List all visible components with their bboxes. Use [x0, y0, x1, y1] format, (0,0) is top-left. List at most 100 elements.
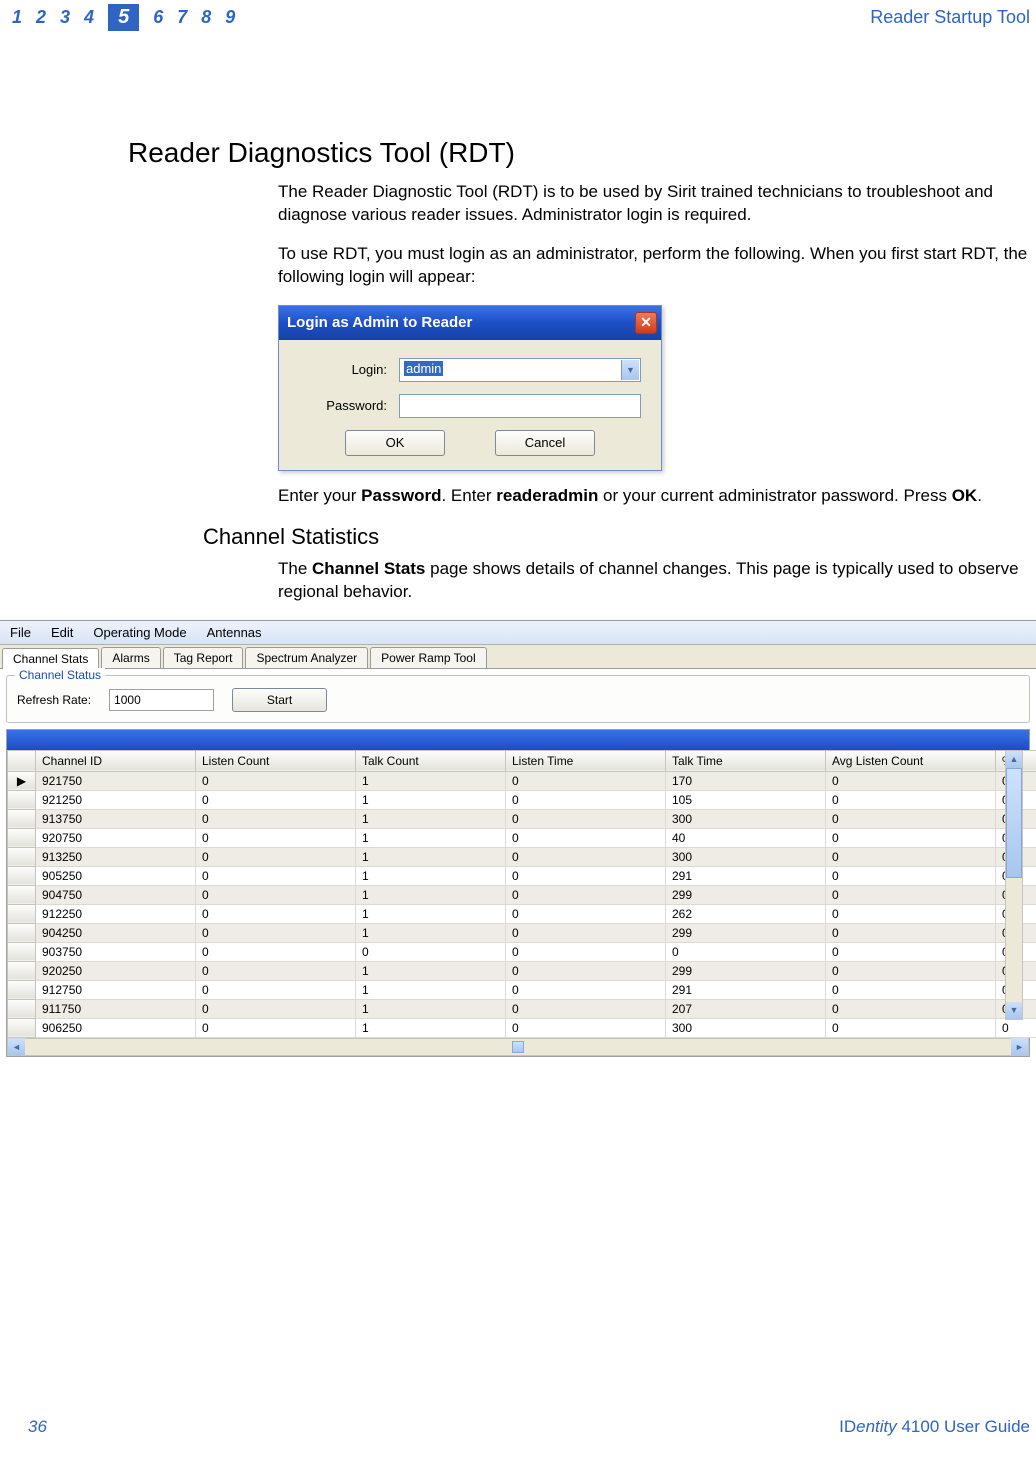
vertical-scrollbar[interactable]: ▲ ▼ — [1005, 750, 1023, 1020]
tab-tag-report[interactable]: Tag Report — [163, 647, 244, 668]
tab-spectrum-analyzer[interactable]: Spectrum Analyzer — [245, 647, 368, 668]
cell: 0 — [506, 1018, 666, 1037]
table-blue-bar — [7, 730, 1029, 750]
table-row[interactable]: 91175001020700 — [8, 999, 1036, 1018]
cell: 0 — [506, 904, 666, 923]
table-row[interactable]: ▶92175001017000 — [8, 771, 1036, 790]
login-combobox[interactable]: admin ▼ — [399, 358, 641, 382]
row-header: ▶ — [8, 771, 36, 790]
cell: 1 — [356, 1018, 506, 1037]
horizontal-scrollbar[interactable]: ◄ ► — [7, 1038, 1029, 1056]
cell: 906250 — [36, 1018, 196, 1037]
chapter-7[interactable]: 7 — [177, 7, 187, 28]
ok-button[interactable]: OK — [345, 430, 445, 456]
menu-file[interactable]: File — [10, 625, 31, 640]
cell: 299 — [666, 923, 826, 942]
refresh-rate-input[interactable] — [109, 689, 214, 711]
chapter-1[interactable]: 1 — [12, 7, 22, 28]
scroll-up-icon[interactable]: ▲ — [1006, 751, 1022, 768]
chapter-5[interactable]: 5 — [108, 4, 139, 31]
close-icon[interactable]: ✕ — [635, 312, 657, 334]
chapter-3[interactable]: 3 — [60, 7, 70, 28]
guide-name: IDentity 4100 User Guide — [839, 1417, 1030, 1437]
cell: 0 — [996, 1018, 1036, 1037]
cell: 0 — [196, 980, 356, 999]
start-button[interactable]: Start — [232, 688, 327, 712]
login-label: Login: — [299, 362, 399, 377]
chapter-4[interactable]: 4 — [84, 7, 94, 28]
cell: 904250 — [36, 923, 196, 942]
chapter-8[interactable]: 8 — [201, 7, 211, 28]
col-listen-count[interactable]: Listen Count — [196, 750, 356, 771]
table-row[interactable]: 91375001030000 — [8, 809, 1036, 828]
cell: 170 — [666, 771, 826, 790]
page-header: 123456789 Reader Startup Tool — [0, 0, 1036, 47]
cell: 0 — [826, 771, 996, 790]
cell: 0 — [196, 923, 356, 942]
chapter-6[interactable]: 6 — [153, 7, 163, 28]
chapter-2[interactable]: 2 — [36, 7, 46, 28]
table-row[interactable]: 92125001010500 — [8, 790, 1036, 809]
table-row[interactable]: 903750000000 — [8, 942, 1036, 961]
cell: 0 — [506, 980, 666, 999]
scroll-down-icon[interactable]: ▼ — [1006, 1002, 1022, 1019]
hscroll-thumb[interactable] — [512, 1041, 524, 1053]
login-dialog-title: Login as Admin to Reader — [287, 314, 472, 331]
row-header — [8, 1018, 36, 1037]
login-selected-value: admin — [404, 361, 443, 376]
cancel-button[interactable]: Cancel — [495, 430, 595, 456]
cell: 912250 — [36, 904, 196, 923]
cell: 299 — [666, 885, 826, 904]
table-row[interactable]: 90625001030000 — [8, 1018, 1036, 1037]
chapter-nav: 123456789 — [12, 4, 235, 31]
channel-table-area: Channel IDListen CountTalk CountListen T… — [6, 729, 1030, 1057]
menu-antennas[interactable]: Antennas — [207, 625, 262, 640]
login-body: Login: admin ▼ Password: OK Cancel — [279, 340, 661, 470]
cell: 0 — [506, 771, 666, 790]
cell: 0 — [196, 961, 356, 980]
password-input[interactable] — [399, 394, 641, 418]
table-row[interactable]: 90475001029900 — [8, 885, 1036, 904]
table-row[interactable]: 90525001029100 — [8, 866, 1036, 885]
cell: 1 — [356, 866, 506, 885]
chapter-9[interactable]: 9 — [225, 7, 235, 28]
table-row[interactable]: 91225001026200 — [8, 904, 1036, 923]
password-instruction: Enter your Password. Enter readeradmin o… — [278, 485, 1028, 508]
scroll-left-icon[interactable]: ◄ — [8, 1038, 25, 1055]
col-listen-time[interactable]: Listen Time — [506, 750, 666, 771]
tab-channel-stats[interactable]: Channel Stats — [2, 648, 99, 669]
menu-operating-mode[interactable]: Operating Mode — [93, 625, 186, 640]
cell: 913250 — [36, 847, 196, 866]
scroll-right-icon[interactable]: ► — [1011, 1038, 1028, 1055]
col-channel-id[interactable]: Channel ID — [36, 750, 196, 771]
cell: 905250 — [36, 866, 196, 885]
row-header — [8, 809, 36, 828]
cell: 912750 — [36, 980, 196, 999]
table-row[interactable]: 90425001029900 — [8, 923, 1036, 942]
tab-power-ramp-tool[interactable]: Power Ramp Tool — [370, 647, 487, 668]
page-footer: 36 IDentity 4100 User Guide — [0, 1417, 1036, 1437]
cell: 1 — [356, 790, 506, 809]
table-row[interactable]: 9207500104000 — [8, 828, 1036, 847]
intro-paragraph-1: The Reader Diagnostic Tool (RDT) is to b… — [278, 181, 1028, 227]
table-row[interactable]: 91275001029100 — [8, 980, 1036, 999]
cell: 0 — [826, 980, 996, 999]
cell: 0 — [826, 847, 996, 866]
cell: 0 — [196, 771, 356, 790]
table-row[interactable]: 92025001029900 — [8, 961, 1036, 980]
tab-alarms[interactable]: Alarms — [101, 647, 160, 668]
chevron-down-icon[interactable]: ▼ — [621, 360, 639, 380]
col-talk-count[interactable]: Talk Count — [356, 750, 506, 771]
cell: 1 — [356, 961, 506, 980]
vscroll-thumb[interactable] — [1006, 768, 1022, 878]
col-avg-listen-count[interactable]: Avg Listen Count — [826, 750, 996, 771]
col-talk-time[interactable]: Talk Time — [666, 750, 826, 771]
cell: 0 — [356, 942, 506, 961]
cell: 0 — [826, 1018, 996, 1037]
cell: 0 — [506, 999, 666, 1018]
table-row[interactable]: 91325001030000 — [8, 847, 1036, 866]
cell: 262 — [666, 904, 826, 923]
menu-edit[interactable]: Edit — [51, 625, 73, 640]
cell: 0 — [826, 866, 996, 885]
cell: 920750 — [36, 828, 196, 847]
